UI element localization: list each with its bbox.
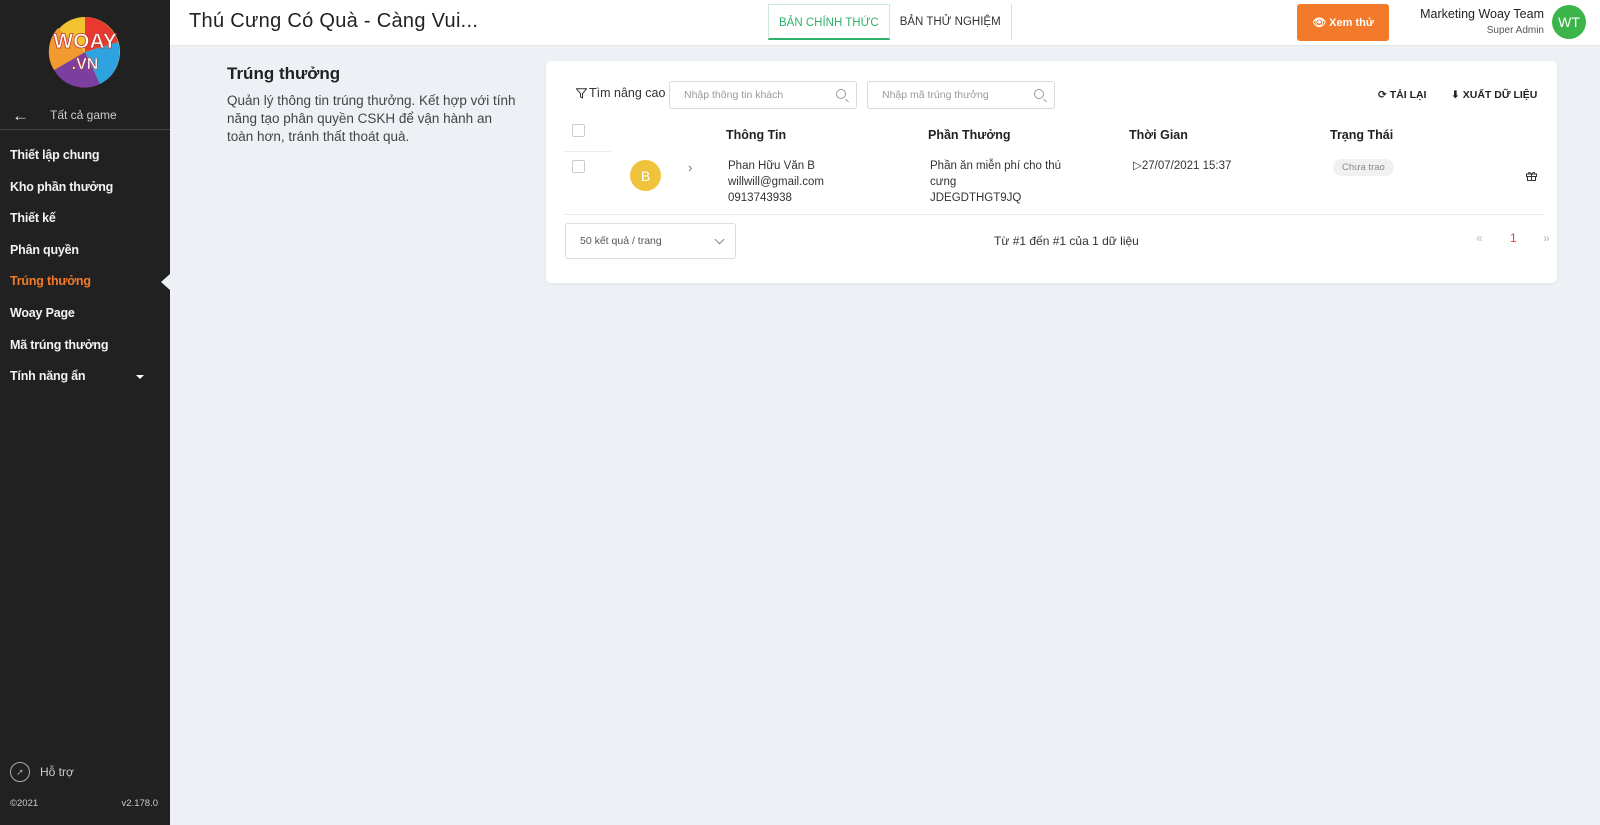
support-label: Hỗ trợ (40, 765, 74, 779)
caret-down-icon (136, 375, 144, 380)
sidebar: WOAY .VN ← Tất cả game Thiết lập chung K… (0, 0, 170, 825)
user-info[interactable]: Marketing Woay Team Super Admin (1420, 7, 1544, 36)
sidebar-item-woay-page[interactable]: Woay Page (0, 298, 170, 330)
copyright: ©2021 (10, 798, 39, 809)
user-role: Super Admin (1486, 25, 1544, 36)
prize-name-line2: cưng (930, 176, 957, 188)
win-time-value: 27/07/2021 15:37 (1141, 160, 1232, 172)
eye-icon: 👁 (1312, 17, 1327, 29)
next-page-button[interactable]: » (1543, 231, 1550, 245)
reload-label: TẢI LẠI (1389, 89, 1427, 101)
version-tabs: BẢN CHÍNH THỨC BẢN THỬ NGHIỆM (768, 4, 1012, 40)
export-button[interactable]: ⬇ XUẤT DỮ LIỆU (1451, 89, 1537, 101)
filter-icon (576, 87, 587, 99)
page-1-button[interactable]: 1 (1510, 231, 1517, 245)
tab-test[interactable]: BẢN THỬ NGHIỆM (890, 4, 1012, 40)
game-title: Thú Cưng Có Quà - Càng Vui... (189, 10, 479, 32)
back-to-all-games[interactable]: ← Tất cả game (0, 104, 170, 130)
customer-email: willwill@gmail.com (728, 176, 825, 188)
sidebar-item-design[interactable]: Thiết kế (0, 203, 170, 235)
column-header-status: Trạng Thái (1330, 128, 1394, 142)
support-link[interactable]: ➚ Hỗ trợ (10, 762, 74, 782)
compass-icon: ➚ (10, 762, 30, 782)
sidebar-nav: Thiết lập chung Kho phần thưởng Thiết kế… (0, 140, 170, 393)
page-size-select[interactable]: 50 kết quả / trang (565, 223, 736, 259)
page-description: Quản lý thông tin trúng thưởng. Kết hợp … (227, 93, 516, 144)
column-header-time: Thời Gian (1129, 128, 1188, 142)
user-name: Marketing Woay Team (1420, 7, 1544, 21)
page-title: Trúng thưởng (227, 64, 341, 83)
advanced-filter-button[interactable]: Tìm nâng cao (576, 86, 665, 100)
svg-text:WOAY: WOAY (53, 30, 116, 53)
customer-search-placeholder: Nhập thông tin khách (684, 89, 784, 101)
prev-page-button[interactable]: « (1476, 231, 1483, 245)
page-size-value: 50 kết quả / trang (580, 235, 662, 247)
sidebar-item-winning-codes[interactable]: Mã trúng thưởng (0, 330, 170, 362)
back-label: Tất cả game (50, 108, 117, 122)
version: v2.178.0 (121, 798, 158, 809)
row-checkbox[interactable] (572, 160, 585, 173)
arrow-left-icon: ← (12, 106, 29, 125)
pagination-range: Từ #1 đến #1 của 1 dữ liệu (994, 234, 1139, 248)
customer-info: Phan Hữu Văn B willwill@gmail.com 091374… (728, 158, 824, 206)
reload-button[interactable]: ⟳ TẢI LẠI (1378, 89, 1426, 101)
hidden-features-label: Tính năng ẩn (10, 369, 86, 384)
search-icon (836, 89, 846, 99)
sidebar-item-permissions[interactable]: Phân quyền (0, 235, 170, 267)
preview-label: Xem thử (1329, 16, 1374, 29)
user-avatar[interactable]: WT (1552, 5, 1586, 39)
column-header-info: Thông Tin (726, 128, 787, 142)
search-icon (1034, 89, 1044, 99)
sidebar-item-general-settings[interactable]: Thiết lập chung (0, 140, 170, 172)
column-header-prize: Phần Thưởng (928, 128, 1011, 142)
win-time: ▷27/07/2021 15:37 (1133, 158, 1231, 174)
sidebar-item-hidden-features[interactable]: Tính năng ẩn (0, 361, 170, 393)
customer-search-input[interactable]: Nhập thông tin khách (669, 81, 857, 109)
code-search-placeholder: Nhập mã trúng thưởng (882, 89, 989, 101)
preview-button[interactable]: 👁 Xem thử (1297, 4, 1389, 41)
customer-avatar: B (630, 160, 661, 191)
winners-card: Tìm nâng cao Nhập thông tin khách Nhập m… (546, 61, 1557, 283)
prize-name-line1: Phần ăn miễn phí cho thú (930, 160, 1062, 172)
customer-phone: 0913743938 (728, 192, 792, 204)
svg-text:.VN: .VN (72, 56, 99, 73)
chevron-down-icon (714, 234, 725, 245)
export-label: XUẤT DỮ LIỆU (1462, 89, 1538, 101)
woay-logo[interactable]: WOAY .VN (40, 12, 130, 88)
status-badge: Chưa trao (1333, 159, 1394, 176)
row-divider (564, 214, 1544, 215)
sidebar-item-winners[interactable]: Trúng thưởng (0, 266, 170, 298)
select-all-checkbox[interactable] (572, 124, 585, 137)
prize-info: Phần ăn miễn phí cho thú cưng JDEGDTHGT9… (930, 158, 1061, 206)
refresh-icon: ⟳ (1378, 89, 1387, 101)
tab-production[interactable]: BẢN CHÍNH THỨC (768, 4, 890, 40)
sidebar-item-prize-store[interactable]: Kho phần thưởng (0, 172, 170, 204)
expand-row-chevron-icon[interactable]: › (688, 160, 692, 175)
filter-label: Tìm nâng cao (589, 86, 666, 100)
play-icon: ▷ (1133, 160, 1142, 172)
prize-code: JDEGDTHGT9JQ (930, 192, 1022, 204)
top-bar: Thú Cưng Có Quà - Càng Vui... BẢN CHÍNH … (170, 0, 1600, 46)
code-search-input[interactable]: Nhập mã trúng thưởng (867, 81, 1055, 109)
gift-icon[interactable] (1526, 171, 1537, 181)
sidebar-footer: ©2021 v2.178.0 (10, 798, 158, 809)
header-divider (564, 151, 611, 152)
customer-name: Phan Hữu Văn B (728, 160, 815, 172)
download-icon: ⬇ (1451, 89, 1460, 101)
